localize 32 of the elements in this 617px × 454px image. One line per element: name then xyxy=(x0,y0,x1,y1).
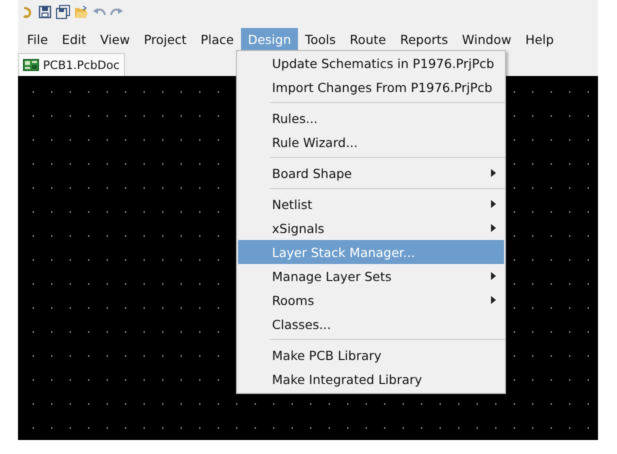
menu-item[interactable]: Route xyxy=(342,28,394,50)
menu-item[interactable]: Import Changes From P1976.PrjPcb xyxy=(238,75,504,99)
menu-item[interactable]: Make PCB Library xyxy=(238,343,504,367)
save-icon[interactable] xyxy=(38,5,52,19)
menu-item[interactable]: Rule Wizard... xyxy=(238,130,504,154)
submenu-arrow-icon xyxy=(491,272,496,280)
menu-item[interactable]: Classes... xyxy=(238,312,504,336)
folder-icon[interactable] xyxy=(74,5,88,19)
menu-item[interactable]: View xyxy=(93,28,137,50)
submenu-arrow-icon xyxy=(491,200,496,208)
menu-item[interactable]: Board Shape xyxy=(238,161,504,185)
menu-item[interactable]: Edit xyxy=(54,28,94,50)
menu-item[interactable]: Place xyxy=(194,28,241,50)
submenu-arrow-icon xyxy=(491,296,496,304)
menu-item[interactable]: Tools xyxy=(298,28,343,50)
menu-item[interactable]: Reports xyxy=(393,28,456,50)
menu-item[interactable]: File xyxy=(20,28,55,50)
menu-item[interactable]: Make Integrated Library xyxy=(238,367,504,391)
menu-item[interactable]: Window xyxy=(455,28,518,50)
circuit-board-icon xyxy=(23,59,39,71)
menu-item[interactable]: Help xyxy=(518,28,561,50)
submenu-arrow-icon xyxy=(491,224,496,232)
menu-item[interactable]: Rooms xyxy=(238,288,504,312)
menu-item[interactable]: Rules... xyxy=(238,106,504,130)
save-all-icon[interactable] xyxy=(56,5,70,19)
document-tab[interactable]: PCB1.PcbDoc xyxy=(18,53,125,76)
submenu-arrow-icon xyxy=(491,169,496,177)
menu-item[interactable]: Update Schematics in P1976.PrjPcb xyxy=(238,51,504,75)
menu-item[interactable]: Project xyxy=(136,28,194,50)
menu-item[interactable]: xSignals xyxy=(238,216,504,240)
menu-item[interactable]: Manage Layer Sets xyxy=(238,264,504,288)
menu-item[interactable]: Netlist xyxy=(238,192,504,216)
